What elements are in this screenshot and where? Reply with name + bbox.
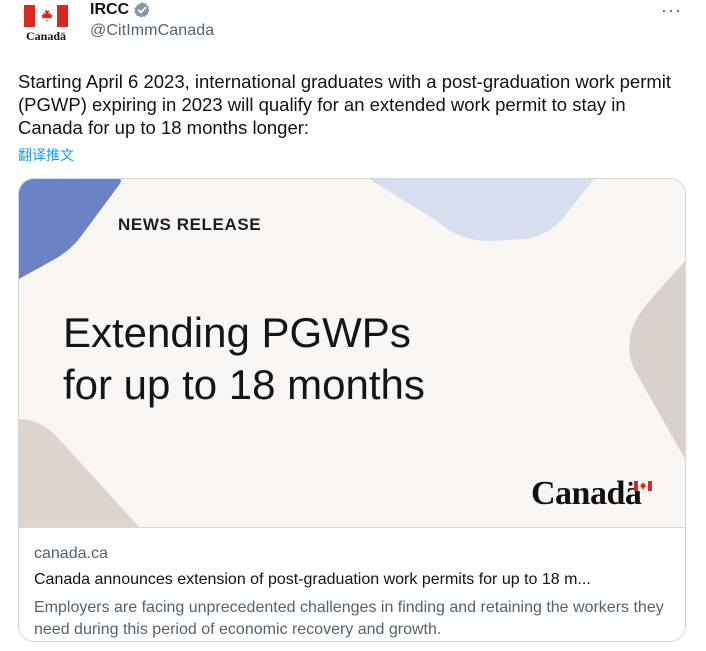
author-handle[interactable]: @CitImmCanada (90, 22, 214, 40)
card-image[interactable]: NEWS RELEASE Extending PGWPs for up to 1… (19, 179, 685, 527)
canada-wordmark-logo: Canadä (531, 475, 642, 512)
card-divider (19, 527, 685, 528)
headline-line-2: for up to 18 months (63, 361, 425, 408)
card-headline: Extending PGWPs for up to 18 months (63, 307, 425, 411)
news-release-label: NEWS RELEASE (118, 215, 262, 234)
wordmark-flag-icon (634, 481, 652, 491)
avatar-wordmark: Canadä (25, 29, 66, 43)
translate-tweet-link[interactable]: 翻译推文 (18, 145, 74, 165)
tweet-text: Starting April 6 2023, international gra… (18, 71, 672, 138)
display-name[interactable]: IRCC (90, 1, 129, 19)
card-domain[interactable]: canada.ca (34, 545, 108, 563)
headline-line-1: Extending PGWPs (63, 309, 411, 356)
avatar[interactable]: Canadä (22, 2, 70, 44)
verified-badge-icon[interactable] (133, 1, 151, 19)
card-description[interactable]: Employers are facing unprecedented chall… (34, 597, 674, 641)
canada-flag-icon (24, 5, 68, 27)
link-preview-card[interactable]: NEWS RELEASE Extending PGWPs for up to 1… (18, 178, 686, 642)
more-options-icon[interactable]: ··· (661, 0, 682, 21)
card-title[interactable]: Canada announces extension of post-gradu… (34, 571, 674, 589)
author-name-row: IRCC (90, 0, 151, 20)
